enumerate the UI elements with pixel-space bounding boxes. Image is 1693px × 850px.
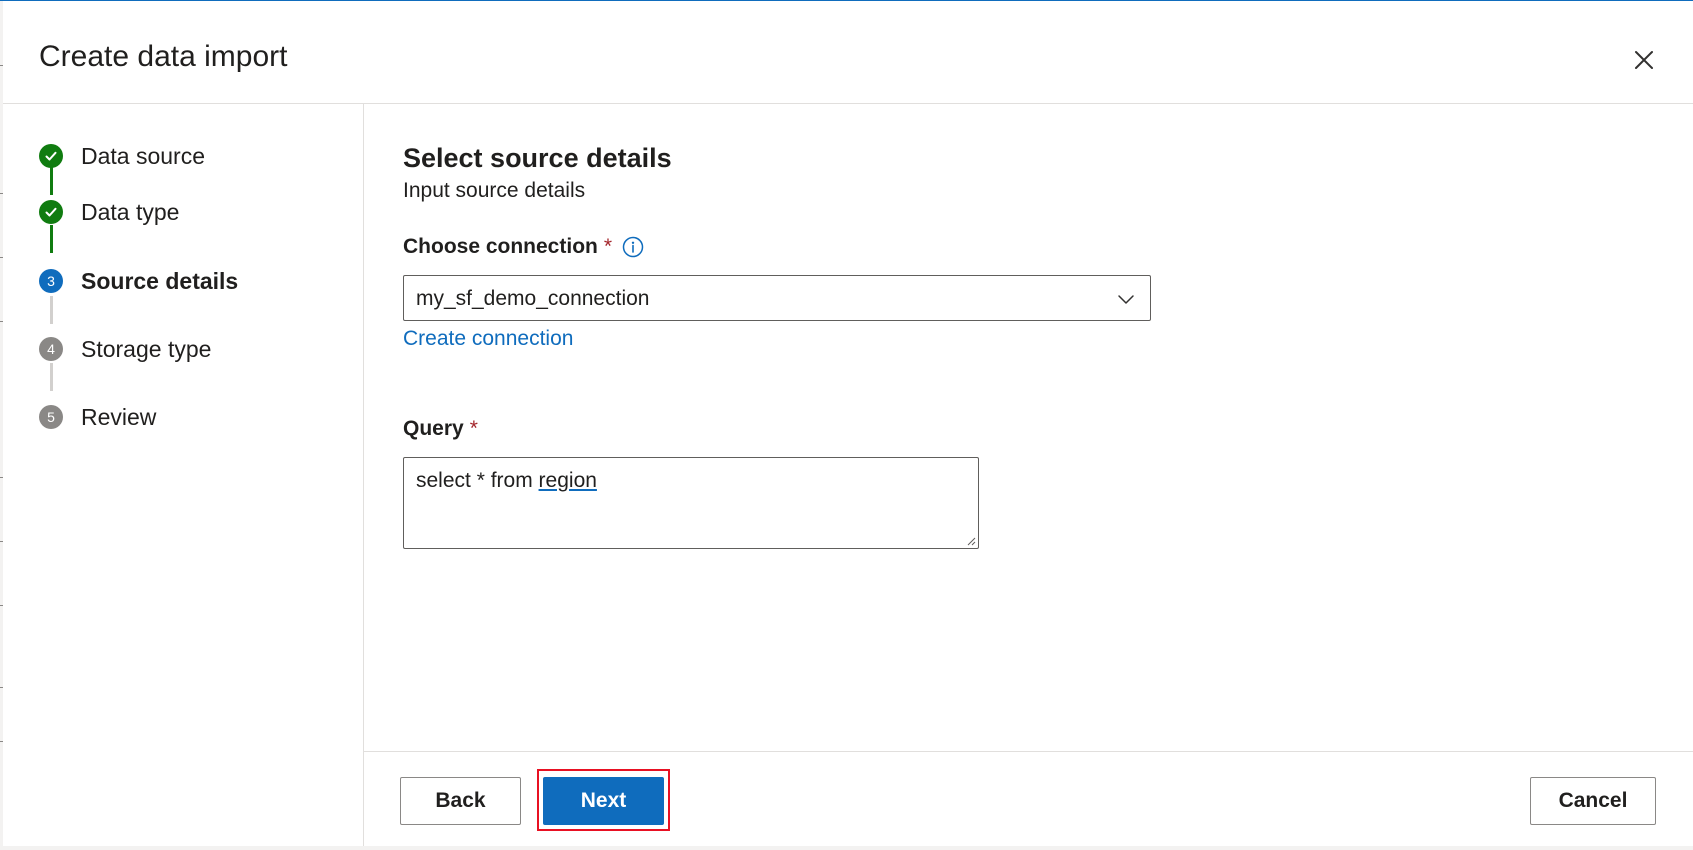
resize-grip-icon[interactable]: [964, 534, 976, 546]
source-details-form: Select source details Input source detai…: [403, 141, 1653, 561]
cancel-button[interactable]: Cancel: [1530, 777, 1656, 825]
step-label: Source details: [81, 267, 239, 294]
required-indicator: *: [603, 235, 613, 258]
step-label: Review: [81, 403, 157, 430]
step-number-badge: 4: [39, 337, 63, 361]
step-connector: [50, 296, 53, 324]
header-divider: [3, 103, 1693, 104]
background-bottom-strip: [0, 846, 1693, 850]
query-label-text: Query: [403, 417, 464, 440]
step-completed-indicator: [39, 200, 63, 224]
connection-dropdown-value: my_sf_demo_connection: [416, 287, 650, 310]
back-button[interactable]: Back: [400, 777, 521, 825]
step-source-details[interactable]: 3 Source details: [39, 266, 238, 296]
step-connector: [50, 167, 53, 195]
query-text-prefix: select * from: [416, 469, 539, 492]
dialog-title: Create data import: [39, 40, 288, 73]
step-number-badge: 3: [39, 269, 63, 293]
sidebar-divider: [363, 104, 364, 846]
create-data-import-dialog: Create data import Data source Data type: [3, 1, 1693, 846]
query-text: select * from region: [416, 469, 597, 493]
chevron-down-icon: [1118, 295, 1134, 304]
connection-field-label: Choose connection *: [403, 235, 644, 259]
query-textarea[interactable]: select * from region: [403, 457, 979, 549]
step-connector: [50, 363, 53, 391]
info-icon[interactable]: [622, 236, 644, 258]
required-indicator: *: [469, 417, 478, 440]
step-completed-indicator: [39, 144, 63, 168]
checkmark-icon: [45, 151, 57, 161]
close-button[interactable]: [1629, 45, 1659, 75]
step-connector: [50, 225, 53, 253]
step-label: Data type: [81, 198, 180, 225]
query-text-underlined-word: region: [538, 469, 597, 492]
section-subtitle: Input source details: [403, 179, 586, 202]
wizard-stepper: Data source Data type 3 Source details 4…: [39, 141, 359, 461]
section-title: Select source details: [403, 143, 672, 173]
step-data-type[interactable]: Data type: [39, 197, 179, 227]
step-data-source[interactable]: Data source: [39, 141, 205, 171]
close-icon: [1635, 51, 1653, 69]
step-review[interactable]: 5 Review: [39, 402, 156, 432]
step-number-badge: 5: [39, 405, 63, 429]
create-connection-link[interactable]: Create connection: [403, 327, 573, 351]
footer-divider: [364, 751, 1693, 752]
next-button[interactable]: Next: [543, 777, 664, 825]
connection-dropdown[interactable]: my_sf_demo_connection: [403, 275, 1151, 321]
query-field-label: Query *: [403, 417, 478, 441]
step-label: Data source: [81, 142, 206, 169]
step-label: Storage type: [81, 335, 212, 362]
step-storage-type[interactable]: 4 Storage type: [39, 334, 211, 364]
checkmark-icon: [45, 207, 57, 217]
connection-label-text: Choose connection: [403, 235, 598, 258]
